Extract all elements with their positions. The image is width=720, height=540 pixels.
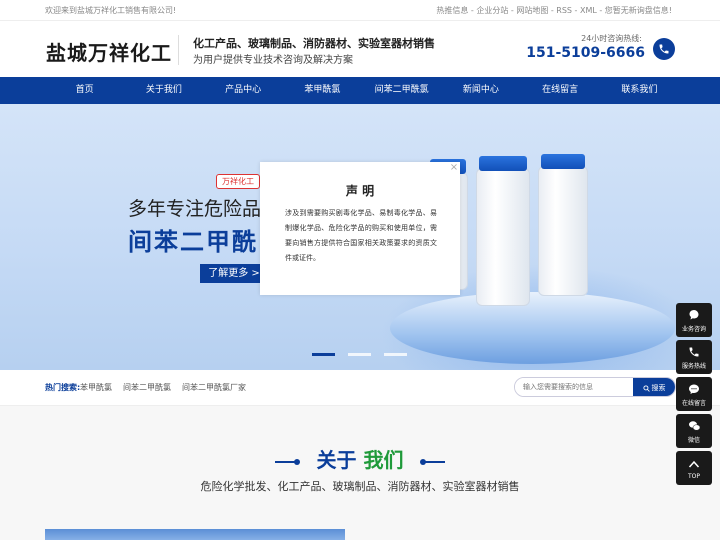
slider-dot-1[interactable] (312, 353, 335, 356)
nav-item-contact[interactable]: 联系我们 (600, 77, 679, 104)
about-title-part1: 关于 (316, 448, 357, 472)
hotline-number: 151-5109-6666 (526, 45, 645, 61)
search-box: 搜索 (514, 377, 676, 397)
welcome-text: 欢迎来到盐城万祥化工销售有限公司! (45, 6, 177, 15)
phone-icon (653, 38, 675, 60)
header-slogan-main: 化工产品、玻璃制品、消防器材、实验室器材销售 (193, 37, 435, 50)
bottle-cap (541, 154, 585, 169)
product-bottle (538, 166, 588, 296)
banner-product-name: 间苯二甲酰 (128, 228, 258, 256)
hot-search-item[interactable]: 间苯二甲酰氯 (123, 382, 171, 393)
hot-search-item[interactable]: 苯甲酰氯 (80, 382, 112, 393)
phone-icon (687, 345, 701, 359)
hot-search-label: 热门搜索: (45, 383, 81, 392)
search-button[interactable]: 搜索 (633, 378, 675, 396)
float-item-label: 在线留言 (681, 399, 706, 407)
wechat-icon (687, 419, 701, 433)
float-item-label: TOP (687, 472, 700, 480)
float-wechat-button[interactable]: 微信 (676, 414, 712, 448)
site-header: 盐城万祥化工 化工产品、玻璃制品、消防器材、实验室器材销售 为用户提供专业技术咨… (0, 21, 720, 77)
float-message-button[interactable]: 在线留言 (676, 377, 712, 411)
brand-tag: 万祥化工 (216, 174, 260, 189)
float-consult-button[interactable]: 业务咨询 (676, 303, 712, 337)
learn-more-button[interactable]: 了解更多 > (200, 264, 268, 283)
about-title: 关于 我们 (0, 444, 720, 473)
float-hotline-button[interactable]: 服务热线 (676, 340, 712, 374)
nav-item-home[interactable]: 首页 (45, 77, 124, 104)
slider-dot-2[interactable] (348, 353, 371, 356)
search-bar: 热门搜索: 苯甲酰氯 间苯二甲酰氯 间苯二甲酰氯厂家 搜索 (0, 370, 720, 406)
arrow-up-icon (687, 457, 701, 471)
hot-search-item[interactable]: 间苯二甲酰氯厂家 (182, 382, 246, 393)
banner-podium (390, 292, 675, 364)
about-image (45, 529, 345, 540)
product-bottle (476, 168, 530, 306)
search-button-label: 搜索 (651, 384, 666, 392)
header-divider (178, 35, 179, 65)
hot-search-list: 苯甲酰氯 间苯二甲酰氯 间苯二甲酰氯厂家 (80, 382, 246, 393)
float-item-label: 业务咨询 (681, 325, 706, 333)
modal-title: 声 明 (345, 184, 375, 198)
nav-item-message[interactable]: 在线留言 (521, 77, 600, 104)
message-icon (687, 382, 701, 396)
float-item-label: 微信 (687, 436, 700, 444)
main-nav: 首页 关于我们 产品中心 苯甲酰氯 间苯二甲酰氯 新闻中心 在线留言 联系我们 (0, 77, 720, 104)
about-subtitle: 危险化学批发、化工产品、玻璃制品、消防器材、实验室器材销售 (200, 480, 520, 493)
about-section: 关于 我们 危险化学批发、化工产品、玻璃制品、消防器材、实验室器材销售 (0, 406, 720, 540)
bottle-cap (479, 156, 527, 171)
site-logo[interactable]: 盐城万祥化工 (46, 37, 172, 66)
top-bar: 欢迎来到盐城万祥化工销售有限公司! 热推信息 - 企业分站 - 网站地图 - R… (0, 0, 720, 21)
top-links[interactable]: 热推信息 - 企业分站 - 网站地图 - RSS - XML - 您暂无新询盘信… (436, 5, 672, 16)
notice-modal: × 声 明 涉及到需要购买剧毒化学品、易制毒化学品、易制爆化学品、危险化学品的购… (260, 162, 460, 295)
nav-item-isophthaloyl-chloride[interactable]: 间苯二甲酰氯 (362, 77, 441, 104)
float-top-button[interactable]: TOP (676, 451, 712, 485)
float-item-label: 服务热线 (681, 362, 706, 370)
nav-item-products[interactable]: 产品中心 (204, 77, 283, 104)
close-icon[interactable]: × (449, 163, 459, 173)
hotline-label: 24小时咨询热线: (581, 34, 642, 43)
banner-headline: 多年专注危险品化 (128, 198, 281, 220)
search-icon (642, 384, 650, 392)
search-input[interactable] (515, 378, 633, 396)
slider-dots (312, 353, 407, 356)
modal-body: 涉及到需要购买剧毒化学品、易制毒化学品、易制爆化学品、危险化学品的购买和使用单位… (285, 209, 437, 262)
about-title-part2: 我们 (363, 448, 404, 472)
nav-item-benzoyl-chloride[interactable]: 苯甲酰氯 (283, 77, 362, 104)
slider-dot-3[interactable] (384, 353, 407, 356)
title-decoration-right (420, 459, 445, 465)
header-slogan-sub: 为用户提供专业技术咨询及解决方案 (193, 55, 353, 66)
chat-bubble-icon (687, 308, 701, 322)
floating-sidebar: 业务咨询 服务热线 在线留言 微信 TOP (676, 303, 712, 488)
nav-item-news[interactable]: 新闻中心 (441, 77, 520, 104)
nav-item-about[interactable]: 关于我们 (124, 77, 203, 104)
